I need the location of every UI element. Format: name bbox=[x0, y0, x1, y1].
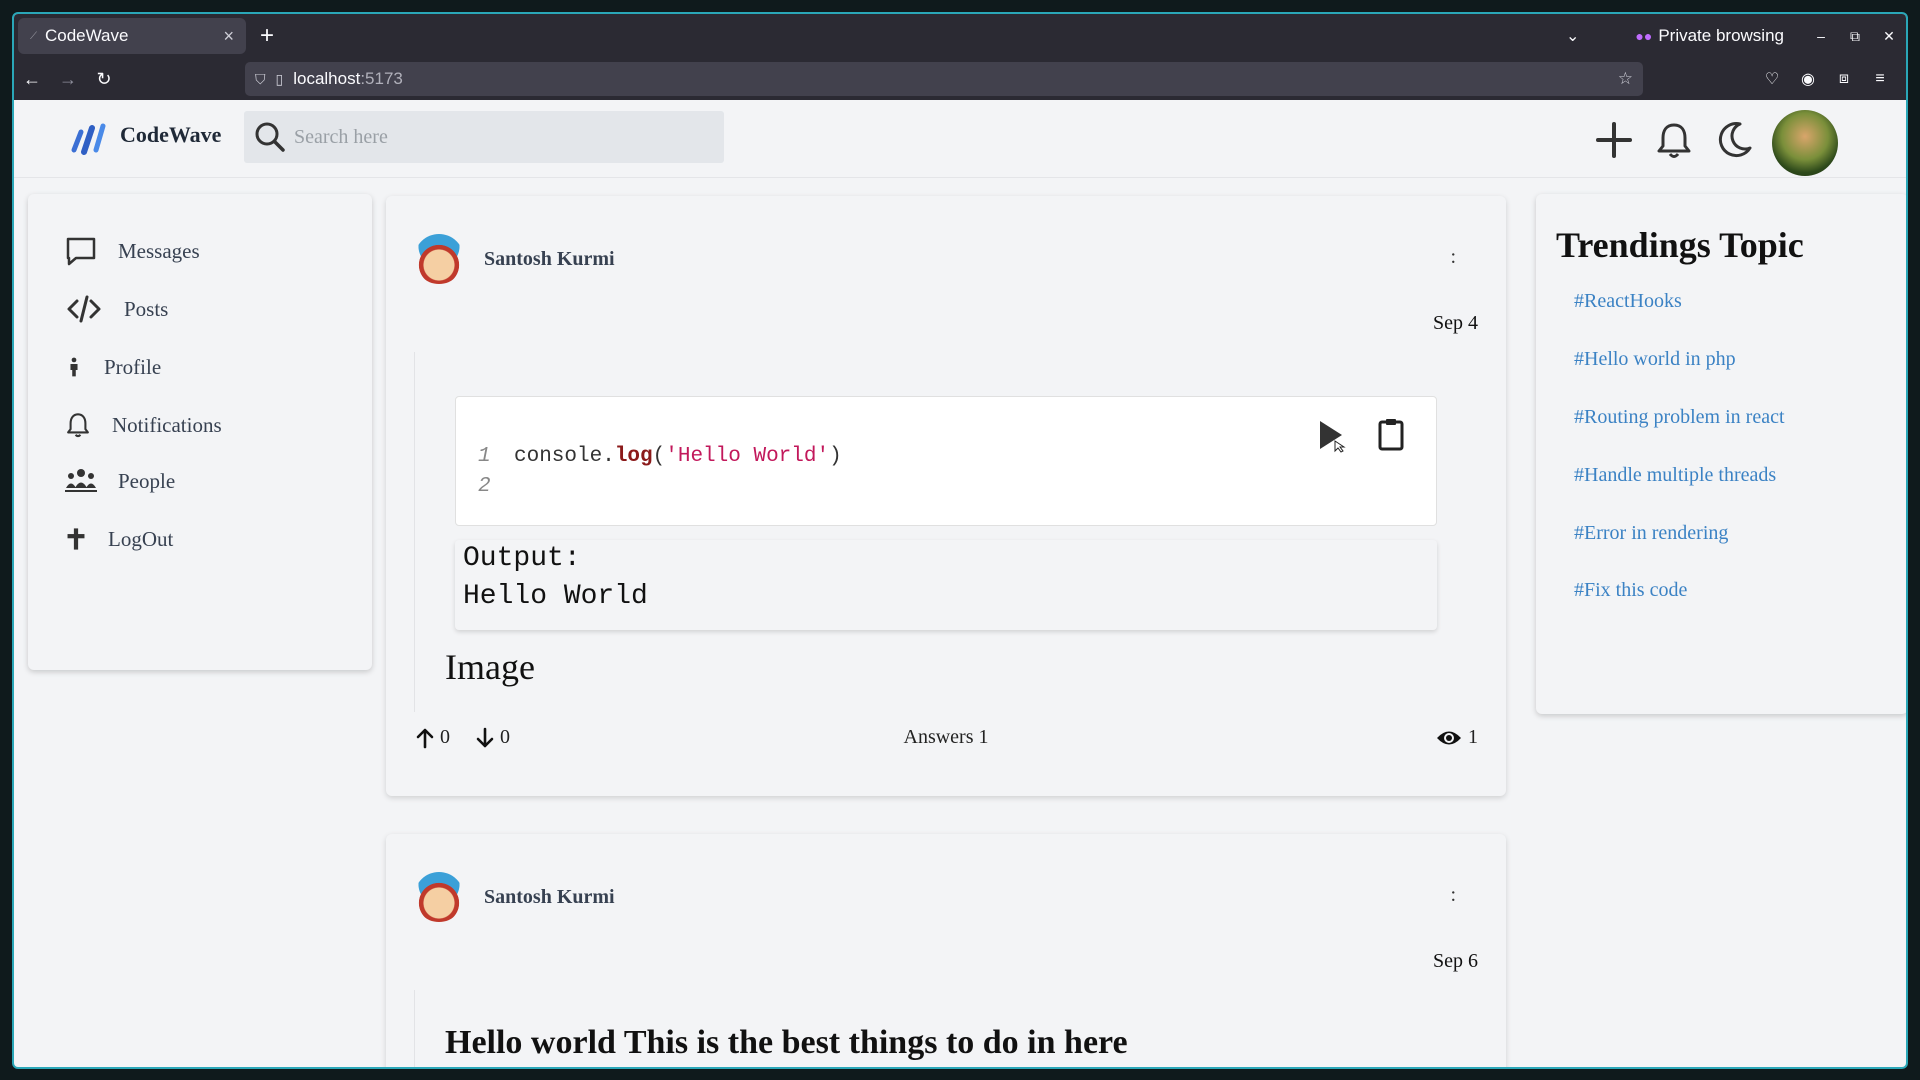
post-title[interactable]: Hello world This is the best things to d… bbox=[445, 1024, 1128, 1062]
copy-clipboard-button[interactable] bbox=[1376, 417, 1406, 451]
tab-list-chevron-icon[interactable]: ⌄ bbox=[1566, 26, 1579, 46]
cross-logout-icon bbox=[67, 528, 85, 550]
search-icon bbox=[255, 122, 285, 152]
close-window-button[interactable]: ✕ bbox=[1872, 28, 1906, 45]
output-label: Output: bbox=[463, 543, 581, 574]
post-footer: 0 0 Answers 1 1 bbox=[386, 726, 1506, 756]
trending-tag[interactable]: #Fix this code bbox=[1574, 579, 1687, 602]
new-tab-button[interactable]: + bbox=[260, 22, 274, 50]
add-post-icon[interactable] bbox=[1594, 120, 1634, 160]
url-port: :5173 bbox=[360, 69, 403, 88]
post-card: Santosh Kurmi : Sep 6 Hello world This i… bbox=[386, 834, 1506, 1067]
favicon-icon: ⟋ bbox=[30, 30, 37, 42]
sidebar-item-label: Notifications bbox=[112, 412, 222, 437]
browser-window: ⟋ CodeWave × + ⌄ ●● Private browsing – ⧉… bbox=[12, 12, 1908, 1069]
post-date: Sep 4 bbox=[1433, 312, 1478, 334]
app-header: CodeWave bbox=[14, 100, 1906, 178]
back-button[interactable]: ← bbox=[14, 69, 50, 90]
bookmark-star-icon[interactable]: ☆ bbox=[1618, 69, 1633, 89]
bell-icon bbox=[67, 413, 89, 438]
author-name[interactable]: Santosh Kurmi bbox=[484, 886, 615, 909]
views-counter: 1 bbox=[1436, 726, 1478, 749]
code-line: console.log('Hello World') bbox=[514, 445, 842, 468]
private-mask-icon: ●● bbox=[1635, 28, 1653, 44]
people-group-icon bbox=[65, 469, 97, 492]
sidebar-item-messages[interactable]: Messages bbox=[64, 234, 200, 268]
codewave-logo-icon[interactable] bbox=[70, 120, 108, 156]
image-label: Image bbox=[445, 647, 535, 687]
url-host: localhost bbox=[293, 69, 361, 88]
line-number: 2 bbox=[478, 475, 491, 498]
sidebar-item-logout[interactable]: LogOut bbox=[64, 522, 173, 556]
account-icon[interactable]: ◉ bbox=[1790, 69, 1826, 89]
sidebar-item-label: People bbox=[118, 468, 176, 493]
post-menu-button[interactable]: : bbox=[1450, 246, 1456, 269]
post-menu-button[interactable]: : bbox=[1450, 884, 1456, 907]
code-editor[interactable]: 1 2 console.log('Hello World') bbox=[455, 396, 1437, 526]
author-name[interactable]: Santosh Kurmi bbox=[484, 248, 615, 271]
author-avatar[interactable] bbox=[414, 872, 464, 922]
trending-tag[interactable]: #ReactHooks bbox=[1574, 290, 1682, 313]
answers-link[interactable]: Answers 1 bbox=[386, 726, 1506, 749]
sidebar-item-label: LogOut bbox=[108, 526, 174, 551]
line-number: 1 bbox=[478, 445, 491, 468]
shield-icon[interactable]: ⛉ bbox=[255, 71, 266, 88]
minimize-button[interactable]: – bbox=[1804, 28, 1838, 44]
navigation-bar: ← → ↻ ⛉ ▯ localhost :5173 ☆ ♡ ◉ ⧈ ≡ bbox=[14, 58, 1906, 100]
person-icon bbox=[70, 357, 78, 377]
trending-topics-panel: Trendings Topic #ReactHooks #Hello world… bbox=[1536, 194, 1906, 714]
code-icon bbox=[67, 295, 101, 323]
code-token-object: console. bbox=[514, 445, 615, 468]
post-date: Sep 6 bbox=[1433, 950, 1478, 972]
eye-icon bbox=[1437, 731, 1461, 744]
tab-title: CodeWave bbox=[45, 26, 129, 45]
tab-codewave[interactable]: ⟋ CodeWave × bbox=[18, 18, 246, 54]
code-token-paren: ( bbox=[652, 445, 666, 468]
sidebar-item-label: Messages bbox=[118, 238, 200, 263]
dark-mode-moon-icon[interactable] bbox=[1714, 120, 1754, 160]
sidebar-item-notifications[interactable]: Notifications bbox=[64, 408, 222, 442]
output-text: Hello World bbox=[463, 581, 648, 612]
message-icon bbox=[66, 237, 96, 266]
sidebar-item-label: Profile bbox=[104, 354, 162, 379]
post-card: Santosh Kurmi : Sep 4 1 2 console.log('H… bbox=[386, 196, 1506, 796]
url-bar[interactable]: ⛉ ▯ localhost :5173 ☆ bbox=[245, 62, 1643, 96]
trending-tag[interactable]: #Error in rendering bbox=[1574, 522, 1728, 545]
user-avatar[interactable] bbox=[1772, 110, 1838, 176]
code-token-string: 'Hello World' bbox=[665, 445, 830, 468]
sidebar-item-label: Posts bbox=[124, 296, 169, 321]
close-tab-icon[interactable]: × bbox=[223, 26, 234, 47]
search-input[interactable] bbox=[294, 125, 694, 149]
author-avatar[interactable] bbox=[414, 234, 464, 284]
restore-button[interactable]: ⧉ bbox=[1838, 28, 1872, 45]
private-browsing-label: Private browsing bbox=[1658, 26, 1784, 45]
trending-tag[interactable]: #Hello world in php bbox=[1574, 348, 1736, 371]
notifications-bell-icon[interactable] bbox=[1654, 120, 1694, 160]
tab-strip: ⟋ CodeWave × + ⌄ ●● Private browsing – ⧉… bbox=[14, 14, 1906, 58]
sidebar: Messages Posts Profile Notifications Peo… bbox=[28, 194, 372, 670]
reload-button[interactable]: ↻ bbox=[86, 69, 122, 90]
code-token-paren: ) bbox=[829, 445, 842, 468]
forward-button[interactable]: → bbox=[50, 69, 86, 90]
sidebar-item-posts[interactable]: Posts bbox=[64, 292, 168, 326]
trending-tag[interactable]: #Routing problem in react bbox=[1574, 406, 1785, 429]
pocket-icon[interactable]: ♡ bbox=[1754, 69, 1790, 89]
sidebar-item-profile[interactable]: Profile bbox=[64, 350, 161, 384]
extensions-icon[interactable]: ⧈ bbox=[1826, 70, 1862, 88]
post-divider bbox=[414, 990, 415, 1067]
private-browsing-indicator: ●● Private browsing bbox=[1635, 26, 1784, 46]
menu-hamburger-icon[interactable]: ≡ bbox=[1862, 70, 1898, 88]
views-count: 1 bbox=[1468, 726, 1478, 748]
page-icon: ▯ bbox=[275, 70, 284, 87]
post-divider bbox=[414, 352, 415, 712]
code-token-function: log bbox=[614, 445, 653, 468]
sidebar-item-people[interactable]: People bbox=[64, 464, 175, 498]
search-bar[interactable] bbox=[244, 111, 724, 163]
brand-name[interactable]: CodeWave bbox=[120, 122, 221, 148]
trending-tag[interactable]: #Handle multiple threads bbox=[1574, 464, 1776, 487]
run-code-button[interactable] bbox=[1316, 417, 1346, 453]
code-output-panel: Output: Hello World bbox=[455, 540, 1437, 630]
trending-heading: Trendings Topic bbox=[1556, 225, 1804, 265]
